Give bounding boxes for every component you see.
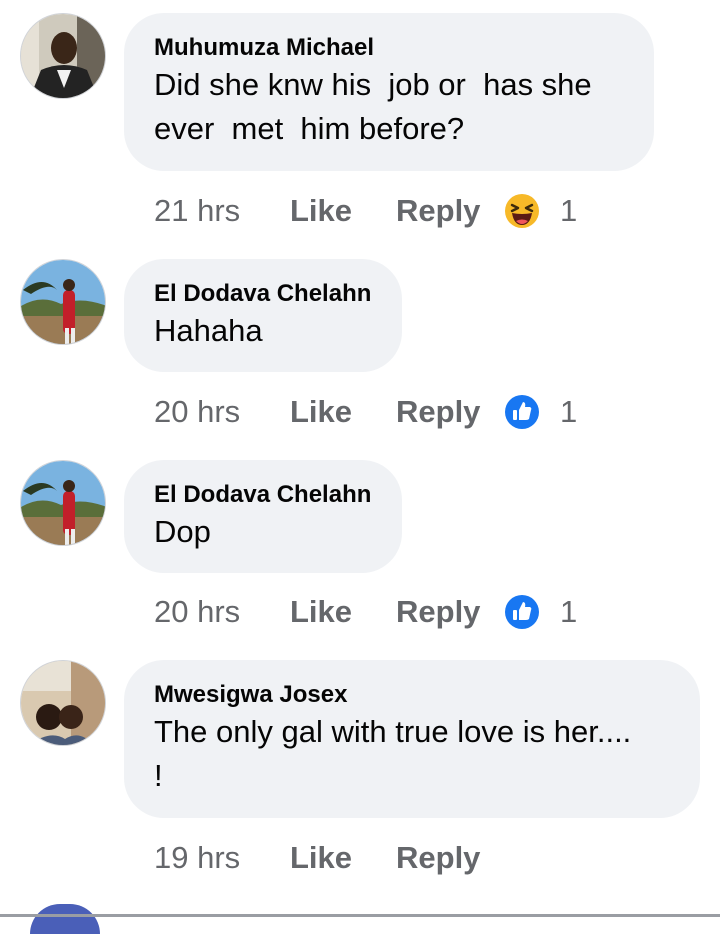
comment-timestamp[interactable]: 19 hrs (154, 840, 290, 876)
reaction-count[interactable]: 1 (560, 394, 577, 430)
comment-bubble: Mwesigwa Josex The only gal with true lo… (124, 660, 700, 818)
reaction-count[interactable]: 1 (560, 193, 577, 229)
comment-text: Dop (154, 514, 211, 549)
avatar[interactable] (20, 660, 106, 746)
avatar[interactable] (20, 259, 106, 345)
avatar[interactable] (30, 904, 100, 934)
avatar[interactable] (20, 13, 106, 99)
comment-text: Hahaha (154, 313, 263, 348)
like-button[interactable]: Like (290, 193, 396, 229)
like-button[interactable]: Like (290, 594, 396, 630)
comment-timestamp[interactable]: 20 hrs (154, 594, 290, 630)
reply-button[interactable]: Reply (396, 193, 504, 229)
reply-button[interactable]: Reply (396, 394, 504, 430)
comment-bubble: Muhumuza Michael Did she knw his job or … (124, 13, 654, 171)
comment-author[interactable]: Mwesigwa Josex (154, 680, 670, 710)
comment-timestamp[interactable]: 21 hrs (154, 193, 290, 229)
comment-text: The only gal with true love is her.... ! (154, 714, 632, 793)
comment-actions: 20 hrs Like Reply 1 (154, 592, 577, 632)
comment-author[interactable]: Muhumuza Michael (154, 33, 624, 63)
comment-bubble: El Dodava Chelahn Dop (124, 460, 402, 573)
comment-actions: 21 hrs Like Reply 1 (154, 191, 577, 231)
comment-text: Did she knw his job or has she ever met … (154, 67, 592, 146)
comment-actions: 19 hrs Like Reply (154, 838, 504, 878)
reply-button[interactable]: Reply (396, 594, 504, 630)
like-button[interactable]: Like (290, 394, 396, 430)
comment-timestamp[interactable]: 20 hrs (154, 394, 290, 430)
comment-bubble: El Dodava Chelahn Hahaha (124, 259, 402, 372)
like-button[interactable]: Like (290, 840, 396, 876)
comment-author[interactable]: El Dodava Chelahn (154, 279, 372, 309)
avatar[interactable] (20, 460, 106, 546)
thumbs-up-icon[interactable] (504, 594, 540, 630)
comment-author[interactable]: El Dodava Chelahn (154, 480, 372, 510)
haha-emoji-icon[interactable] (504, 193, 540, 229)
reply-button[interactable]: Reply (396, 840, 504, 876)
comment-actions: 20 hrs Like Reply 1 (154, 392, 577, 432)
reaction-count[interactable]: 1 (560, 594, 577, 630)
thumbs-up-icon[interactable] (504, 394, 540, 430)
